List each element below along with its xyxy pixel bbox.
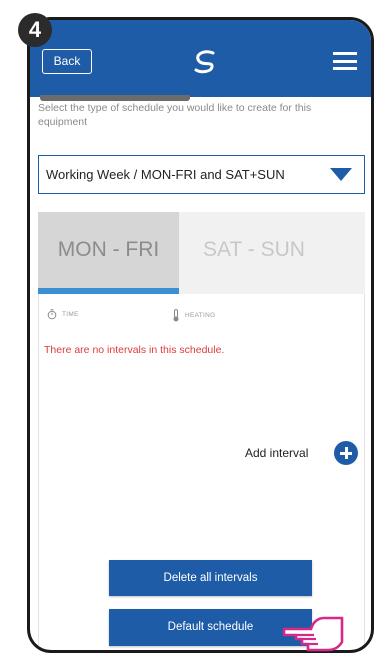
- stopwatch-icon: [47, 309, 57, 320]
- hamburger-menu-icon[interactable]: [333, 52, 357, 70]
- schedule-type-select[interactable]: Working Week / MON-FRI and SAT+SUN: [38, 155, 365, 194]
- delete-all-intervals-button[interactable]: Delete all intervals: [109, 560, 312, 596]
- day-tabs: MON - FRI SAT - SUN: [38, 212, 365, 294]
- empty-schedule-message: There are no intervals in this schedule.: [44, 344, 225, 356]
- tab-sat-sun[interactable]: SAT - SUN: [179, 212, 329, 288]
- salus-logo-icon: [194, 50, 215, 74]
- heating-column-header: HEATING: [172, 309, 216, 322]
- time-column-header: TIME: [47, 309, 79, 321]
- phone-frame: Back Select the type of schedule you wou…: [27, 17, 374, 653]
- thermometer-icon: [173, 309, 179, 322]
- time-column-label: TIME: [62, 311, 79, 319]
- app-header: Back: [30, 20, 371, 97]
- tab-mon-fri[interactable]: MON - FRI: [38, 212, 179, 288]
- back-button[interactable]: Back: [42, 49, 92, 74]
- pointing-hand-icon: [282, 616, 344, 652]
- schedule-type-description: Select the type of schedule you would li…: [38, 102, 312, 128]
- schedule-type-selected-value: Working Week / MON-FRI and SAT+SUN: [46, 167, 285, 182]
- add-interval-label[interactable]: Add interval: [245, 444, 308, 462]
- instruction-page: 4 Back Select the type of schedule you w…: [0, 0, 383, 656]
- dropdown-arrow-icon: [330, 168, 352, 181]
- heating-column-label: HEATING: [185, 312, 216, 320]
- add-interval-button[interactable]: [334, 441, 358, 465]
- step-number-badge: 4: [18, 13, 52, 47]
